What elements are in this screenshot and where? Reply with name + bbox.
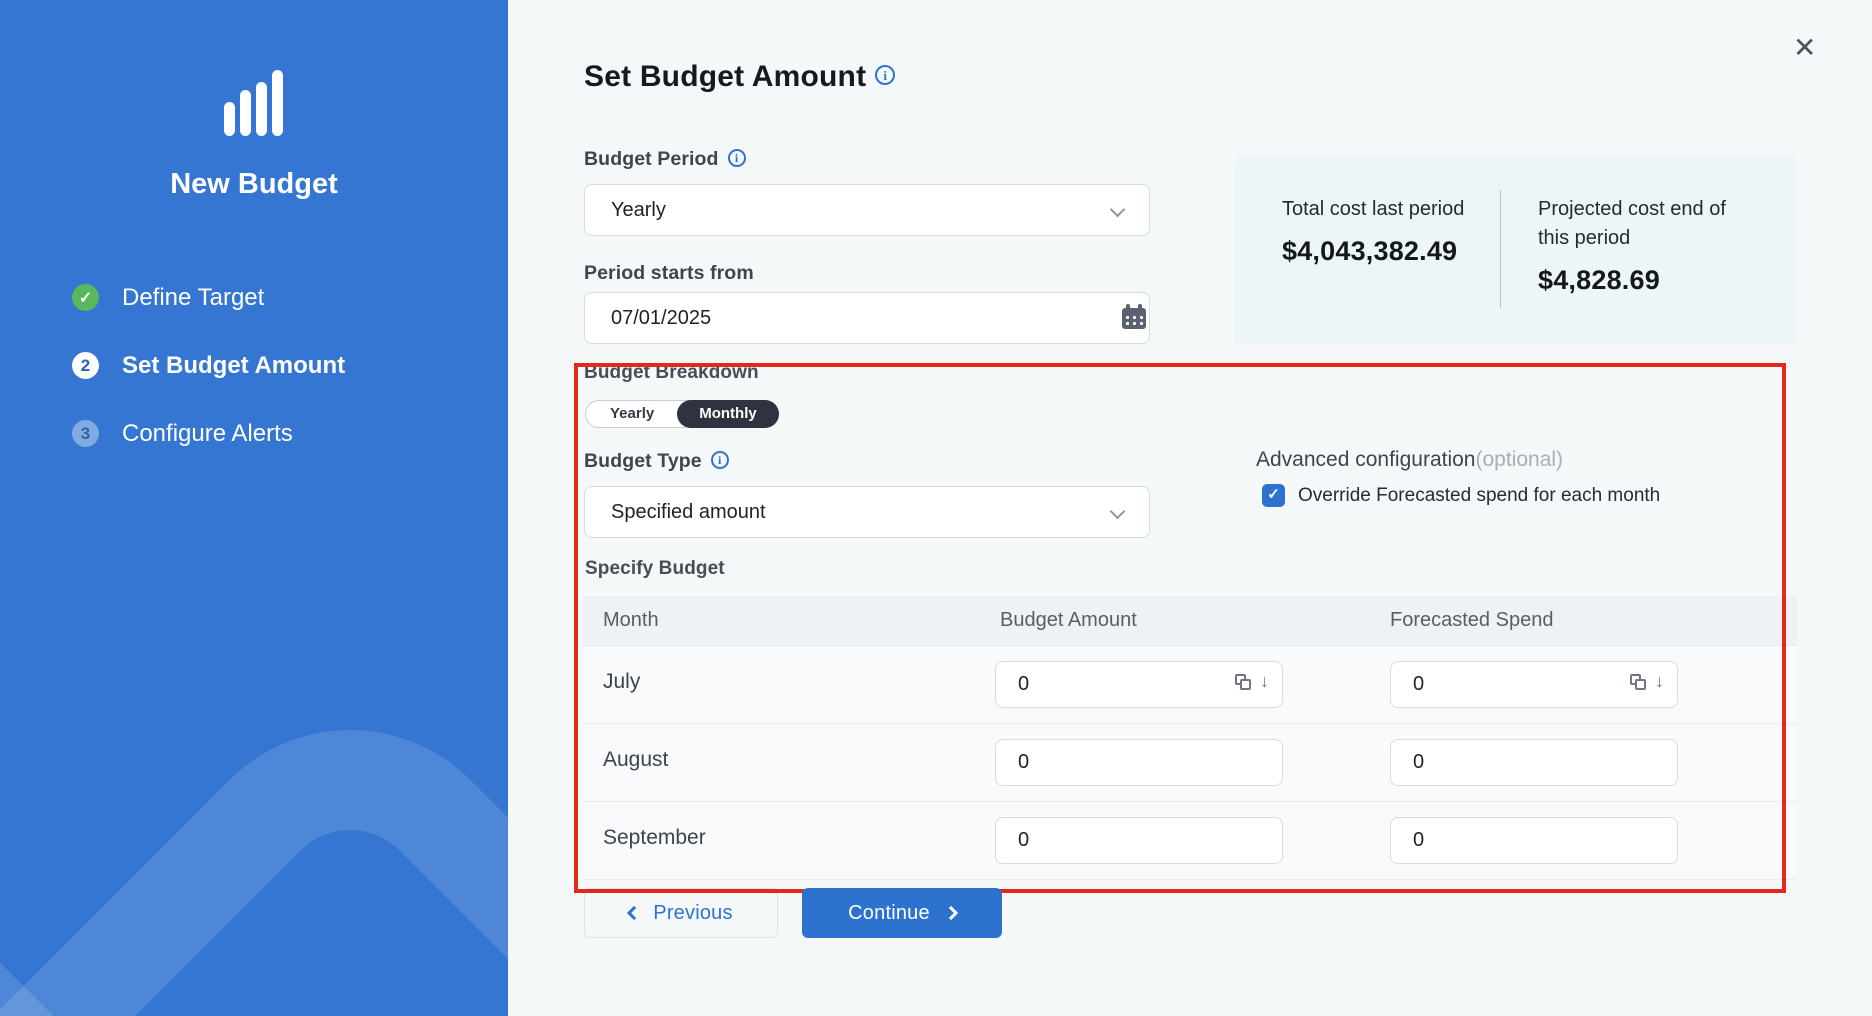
total-cost-last-period: Total cost last period $4,043,382.49 [1234,154,1500,344]
budget-type-select[interactable]: Specified amount [584,486,1150,538]
summary-label: Projected cost end of this period [1538,195,1738,253]
step-label: Configure Alerts [122,420,293,448]
budget-amount-input[interactable] [995,817,1283,864]
budget-breakdown-label: Budget Breakdown [584,362,759,384]
continue-button[interactable]: Continue [802,888,1002,938]
column-header-month: Month [603,609,659,632]
column-header-budget-amount: Budget Amount [1000,609,1137,632]
table-row: July ↓ ↓ [583,646,1797,724]
copy-down-icon[interactable]: ↓ [1630,674,1664,694]
period-starts-label: Period starts from [584,262,754,285]
table-row: September ↓ ↓ [583,802,1797,880]
override-forecast-checkbox[interactable]: ✓ [1262,484,1285,507]
projected-cost-end: Projected cost end of this period $4,828… [1501,154,1738,344]
specify-budget-label: Specify Budget [585,558,725,580]
bar-chart-icon [224,64,286,136]
forecasted-spend-cell: ↓ [1390,817,1678,864]
forecasted-spend-input[interactable] [1390,817,1678,864]
step-configure-alerts[interactable]: 3 Configure Alerts [72,420,345,447]
set-budget-amount-panel: ✕ Set Budget Amounti Budget Periodi Year… [508,0,1872,1016]
calendar-icon[interactable] [1122,308,1146,329]
budget-type-label: Budget Typei [584,450,729,473]
step-label: Define Target [122,284,264,312]
budget-period-value: Yearly [611,199,666,221]
budget-amount-cell: ↓ [995,739,1283,786]
forecasted-spend-cell: ↓ [1390,661,1678,708]
budget-amount-cell: ↓ [995,817,1283,864]
month-label: July [603,670,640,694]
summary-value: $4,828.69 [1538,265,1738,296]
wizard-steps: ✓ Define Target 2 Set Budget Amount 3 Co… [72,284,345,488]
chevron-down-icon [1110,504,1126,520]
budget-amount-cell: ↓ [995,661,1283,708]
step-define-target[interactable]: ✓ Define Target [72,284,345,311]
forecasted-spend-input[interactable] [1390,739,1678,786]
info-icon[interactable]: i [875,65,895,85]
table-body: July ↓ ↓ August [583,646,1797,880]
summary-value: $4,043,382.49 [1282,236,1500,267]
budget-period-select[interactable]: Yearly [584,184,1150,236]
budget-type-value: Specified amount [611,501,766,523]
override-forecast-label: Override Forecasted spend for each month [1298,485,1660,507]
previous-button[interactable]: Previous [584,888,778,938]
step-number: 2 [72,352,99,379]
table-row: August ↓ ↓ [583,724,1797,802]
column-header-forecasted-spend: Forecasted Spend [1390,609,1553,632]
specify-budget-table: Month Budget Amount Forecasted Spend Jul… [583,596,1797,881]
step-set-budget-amount[interactable]: 2 Set Budget Amount [72,352,345,379]
budget-amount-input[interactable] [995,739,1283,786]
wizard-title: New Budget [0,168,508,201]
optional-hint: (optional) [1476,448,1564,471]
page-title: Set Budget Amounti [584,60,895,94]
period-starts-input[interactable] [584,292,1150,344]
budget-breakdown-toggle: Yearly Monthly [585,400,779,428]
toggle-option-yearly[interactable]: Yearly [586,401,678,427]
month-label: September [603,826,706,850]
toggle-option-monthly[interactable]: Monthly [677,400,779,428]
wizard-sidebar: New Budget ✓ Define Target 2 Set Budget … [0,0,508,1016]
check-icon: ✓ [72,284,99,311]
copy-down-icon[interactable]: ↓ [1235,674,1269,694]
override-forecast-row: ✓ Override Forecasted spend for each mon… [1262,484,1660,507]
logo-watermark [0,660,508,1016]
chevron-right-icon [944,906,958,920]
cost-summary-box: Total cost last period $4,043,382.49 Pro… [1234,154,1797,344]
forecasted-spend-cell: ↓ [1390,739,1678,786]
step-label: Set Budget Amount [122,352,345,380]
chevron-left-icon [627,906,641,920]
advanced-config-title: Advanced configuration(optional) [1256,448,1563,472]
table-header: Month Budget Amount Forecasted Spend [583,596,1797,646]
step-number: 3 [72,420,99,447]
info-icon[interactable]: i [728,149,746,167]
month-label: August [603,748,668,772]
summary-label: Total cost last period [1282,195,1482,224]
info-icon[interactable]: i [711,451,729,469]
budget-period-label: Budget Periodi [584,148,746,171]
new-budget-wizard: New Budget ✓ Define Target 2 Set Budget … [0,0,1872,1016]
close-icon[interactable]: ✕ [1793,34,1816,62]
chevron-down-icon [1110,202,1126,218]
